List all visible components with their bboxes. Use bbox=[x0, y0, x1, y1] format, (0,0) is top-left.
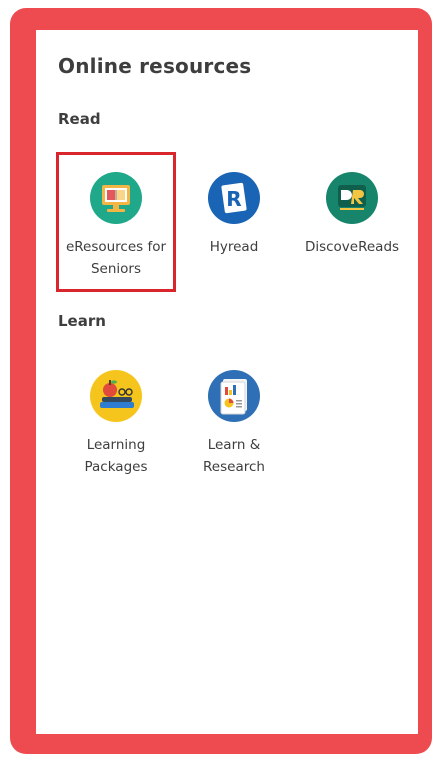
resource-discovereads[interactable]: DiscoveReads bbox=[294, 172, 410, 302]
monitor-book-icon bbox=[90, 172, 142, 224]
discovereads-logo-icon bbox=[326, 172, 378, 224]
books-apple-icon bbox=[90, 370, 142, 422]
hyread-logo-icon: R bbox=[208, 172, 260, 224]
resource-label: Learn & Research bbox=[203, 437, 265, 475]
section-title-learn: Learn bbox=[58, 312, 106, 330]
section-title-read: Read bbox=[58, 110, 101, 128]
resource-label: Hyread bbox=[209, 239, 259, 255]
research-document-icon bbox=[208, 370, 260, 422]
resource-eresources-for-seniors[interactable]: eResources for Seniors bbox=[58, 172, 174, 302]
resource-learning-packages[interactable]: Learning Packages bbox=[58, 370, 174, 500]
resource-label: DiscoveReads bbox=[304, 239, 400, 255]
svg-text:R: R bbox=[226, 187, 241, 211]
resource-hyread[interactable]: R Hyread bbox=[176, 172, 292, 302]
resource-label: Learning Packages bbox=[84, 437, 148, 475]
resource-label: eResources for Seniors bbox=[65, 239, 167, 277]
page-title: Online resources bbox=[58, 54, 252, 78]
online-resources-panel: Online resources Read eResources for Sen… bbox=[36, 30, 418, 734]
resource-learn-and-research[interactable]: Learn & Research bbox=[176, 370, 292, 500]
